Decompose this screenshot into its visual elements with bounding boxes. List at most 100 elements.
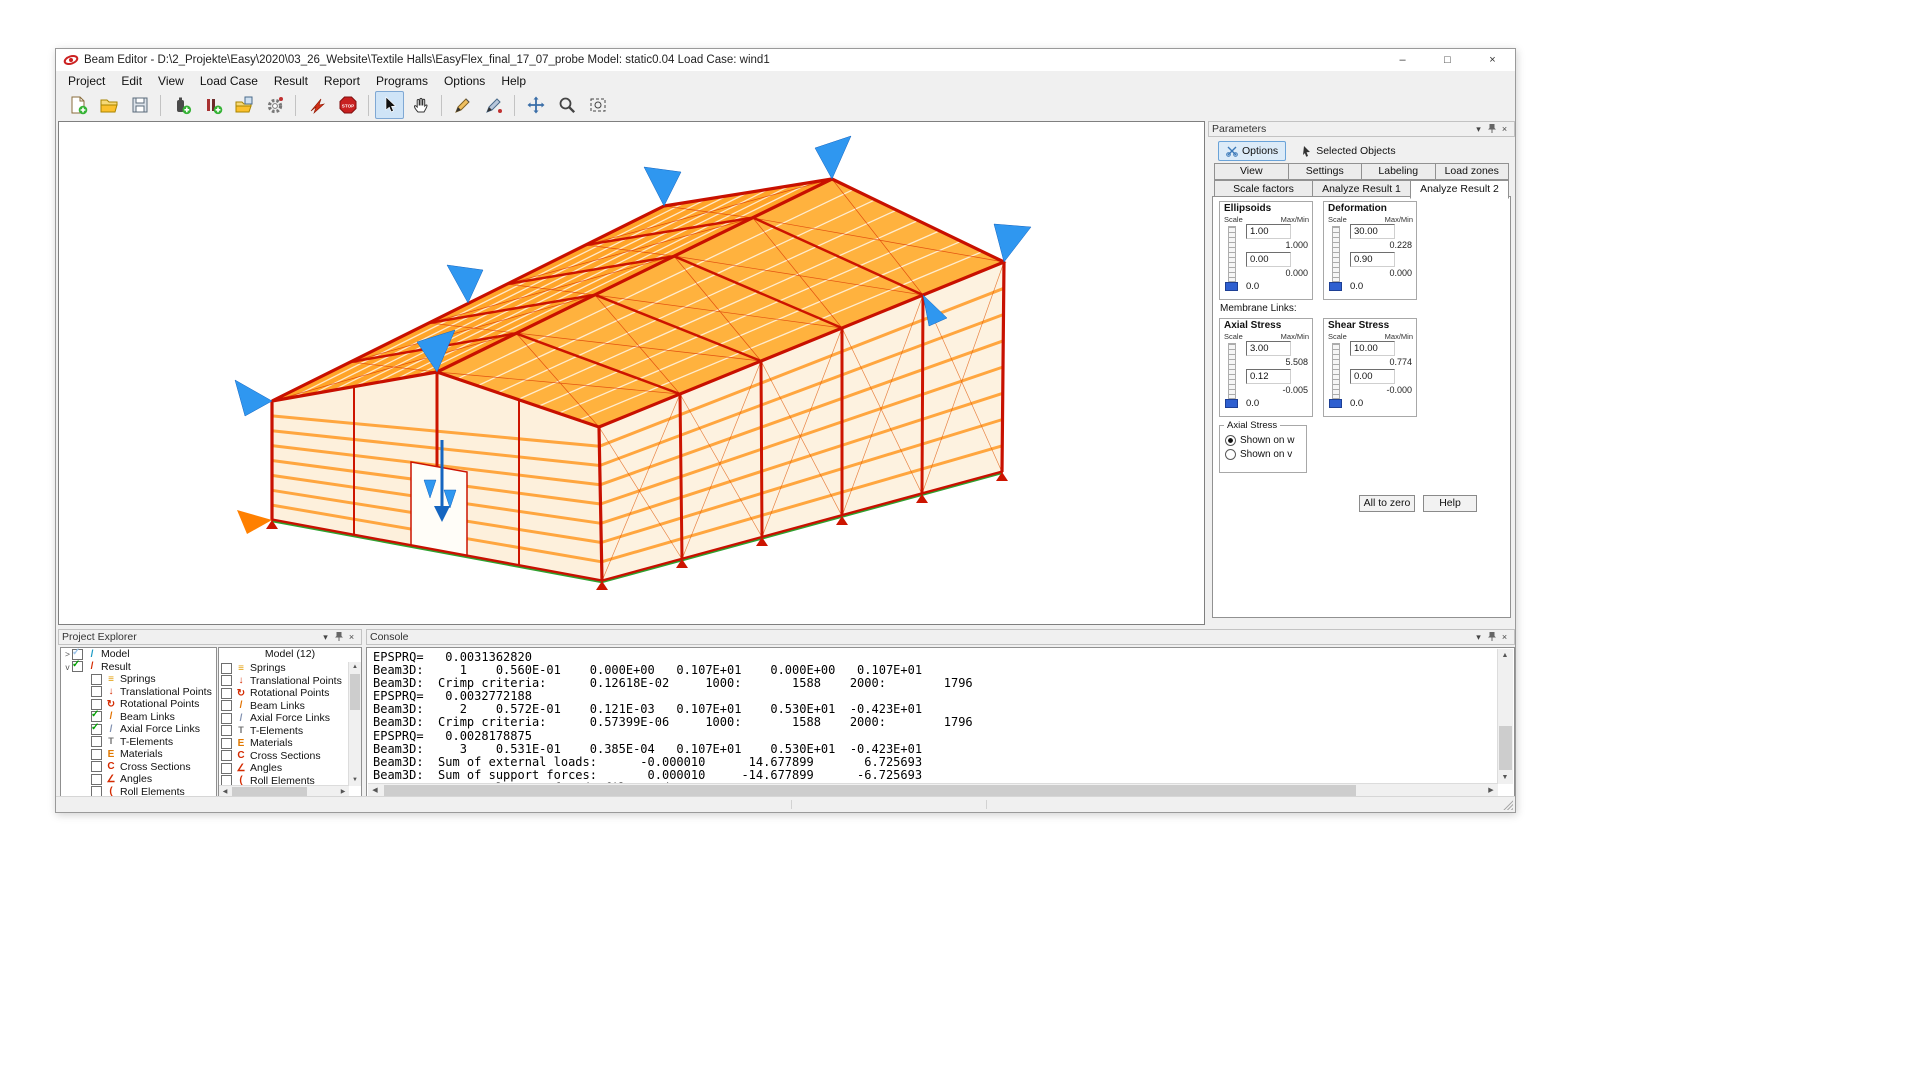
model-list-item[interactable]: Materials (219, 737, 349, 750)
tree-expander[interactable]: v (63, 662, 72, 672)
tree-item[interactable]: T-Elements (61, 736, 216, 749)
model-list-item[interactable]: T-Elements (219, 725, 349, 738)
list-checkbox[interactable] (221, 663, 232, 674)
menu-item[interactable]: Edit (113, 73, 150, 89)
tree-checkbox[interactable] (91, 749, 102, 760)
scale-max-input[interactable]: 3.00 (1246, 341, 1291, 356)
slider-thumb[interactable] (1329, 282, 1342, 291)
parameters-tab[interactable]: View (1214, 163, 1289, 180)
tree-checkbox[interactable] (72, 661, 83, 672)
menu-item[interactable]: Result (266, 73, 316, 89)
zoom-window-icon[interactable] (583, 91, 612, 119)
tree-item[interactable]: Materials (61, 748, 216, 761)
selected-objects-mode-button[interactable]: Selected Objects (1294, 141, 1403, 161)
scroll-down-icon[interactable]: ▼ (349, 775, 361, 786)
tree-item[interactable]: Beam Links (61, 711, 216, 724)
pin-icon[interactable] (332, 631, 345, 644)
tree-checkbox[interactable] (91, 674, 102, 685)
tree-checkbox[interactable] (91, 774, 102, 785)
console-vscrollbar[interactable]: ▲ ▼ (1497, 649, 1513, 784)
pin-icon[interactable] (1485, 631, 1498, 644)
menu-item[interactable]: Project (60, 73, 113, 89)
parameters-tab[interactable]: Load zones (1435, 163, 1510, 180)
panel-menu-icon[interactable]: ▾ (319, 632, 332, 643)
tree-checkbox[interactable] (91, 761, 102, 772)
draw-link-icon[interactable] (479, 91, 508, 119)
tree-item[interactable]: > Model (61, 648, 216, 661)
slider-thumb[interactable] (1225, 399, 1238, 408)
list-checkbox[interactable] (221, 688, 232, 699)
radio-button[interactable] (1225, 449, 1236, 460)
select-cursor-icon[interactable] (375, 91, 404, 119)
tree-item[interactable]: Axial Force Links (61, 723, 216, 736)
draw-beam-icon[interactable] (448, 91, 477, 119)
scroll-up-icon[interactable]: ▲ (1498, 649, 1512, 662)
pin-icon[interactable] (1485, 123, 1498, 136)
calculate-icon[interactable] (302, 91, 331, 119)
tree-checkbox[interactable] (91, 724, 102, 735)
scale-min-input[interactable]: 0.90 (1350, 252, 1395, 267)
menu-item[interactable]: Help (493, 73, 534, 89)
close-button[interactable]: × (1470, 49, 1515, 71)
list-checkbox[interactable] (221, 675, 232, 686)
slider-thumb[interactable] (1225, 282, 1238, 291)
scroll-down-icon[interactable]: ▼ (1498, 771, 1512, 784)
maximize-button[interactable]: □ (1425, 49, 1470, 71)
parameters-tab[interactable]: Settings (1288, 163, 1363, 180)
scale-min-input[interactable]: 0.00 (1246, 252, 1291, 267)
radio-button[interactable] (1225, 435, 1236, 446)
model-list-item[interactable]: Cross Sections (219, 750, 349, 763)
tree-item[interactable]: Rotational Points (61, 698, 216, 711)
menu-item[interactable]: View (150, 73, 192, 89)
panel-close-icon[interactable]: × (345, 632, 358, 642)
new-project-icon[interactable] (63, 91, 92, 119)
list-checkbox[interactable] (221, 700, 232, 711)
tree-item[interactable]: Springs (61, 673, 216, 686)
settings-gear-icon[interactable] (260, 91, 289, 119)
scale-slider[interactable] (1228, 343, 1236, 399)
import-load-icon[interactable] (198, 91, 227, 119)
tree-item[interactable]: Angles (61, 773, 216, 786)
tree-checkbox[interactable] (91, 736, 102, 747)
list-checkbox[interactable] (221, 713, 232, 724)
list-checkbox[interactable] (221, 763, 232, 774)
list-checkbox[interactable] (221, 750, 232, 761)
save-icon[interactable] (125, 91, 154, 119)
panel-close-icon[interactable]: × (1498, 124, 1511, 134)
model-list-item[interactable]: Translational Points (219, 675, 349, 688)
scrollbar-thumb[interactable] (350, 674, 360, 710)
scroll-up-icon[interactable]: ▲ (349, 662, 361, 673)
scale-max-input[interactable]: 10.00 (1350, 341, 1395, 356)
slider-thumb[interactable] (1329, 399, 1342, 408)
scrollbar-thumb[interactable] (1499, 726, 1512, 770)
menu-item[interactable]: Options (436, 73, 493, 89)
tree-checkbox[interactable] (91, 686, 102, 697)
panel-menu-icon[interactable]: ▾ (1472, 124, 1485, 135)
help-button[interactable]: Help (1423, 495, 1477, 512)
viewport-3d[interactable] (58, 121, 1205, 625)
all-to-zero-button[interactable]: All to zero (1359, 495, 1415, 512)
model-list-item[interactable]: Axial Force Links (219, 712, 349, 725)
import-model-icon[interactable] (167, 91, 196, 119)
tree-item[interactable]: Translational Points (61, 686, 216, 699)
minimize-button[interactable]: – (1380, 49, 1425, 71)
transform-move-icon[interactable] (521, 91, 550, 119)
open-result-icon[interactable] (229, 91, 258, 119)
model-list-vscrollbar[interactable]: ▲ ▼ (348, 662, 361, 786)
panel-close-icon[interactable]: × (1498, 632, 1511, 642)
menu-item[interactable]: Programs (368, 73, 436, 89)
parameters-tab[interactable]: Labeling (1361, 163, 1436, 180)
options-mode-button[interactable]: Options (1218, 141, 1286, 161)
parameters-tab[interactable]: Analyze Result 2 (1410, 180, 1509, 199)
radio-option[interactable]: Shown on v (1225, 449, 1306, 460)
open-project-icon[interactable] (94, 91, 123, 119)
scale-max-input[interactable]: 1.00 (1246, 224, 1291, 239)
stop-icon[interactable]: STOP (333, 91, 362, 119)
console-output[interactable]: EPSPRQ= 0.0031362820Beam3D: 1 0.560E-01 … (368, 649, 1497, 783)
scrollbar-thumb[interactable] (384, 785, 1356, 796)
scale-slider[interactable] (1332, 343, 1340, 399)
tree-item[interactable]: v Result (61, 661, 216, 674)
tree-checkbox[interactable] (91, 711, 102, 722)
scale-slider[interactable] (1332, 226, 1340, 282)
list-checkbox[interactable] (221, 725, 232, 736)
